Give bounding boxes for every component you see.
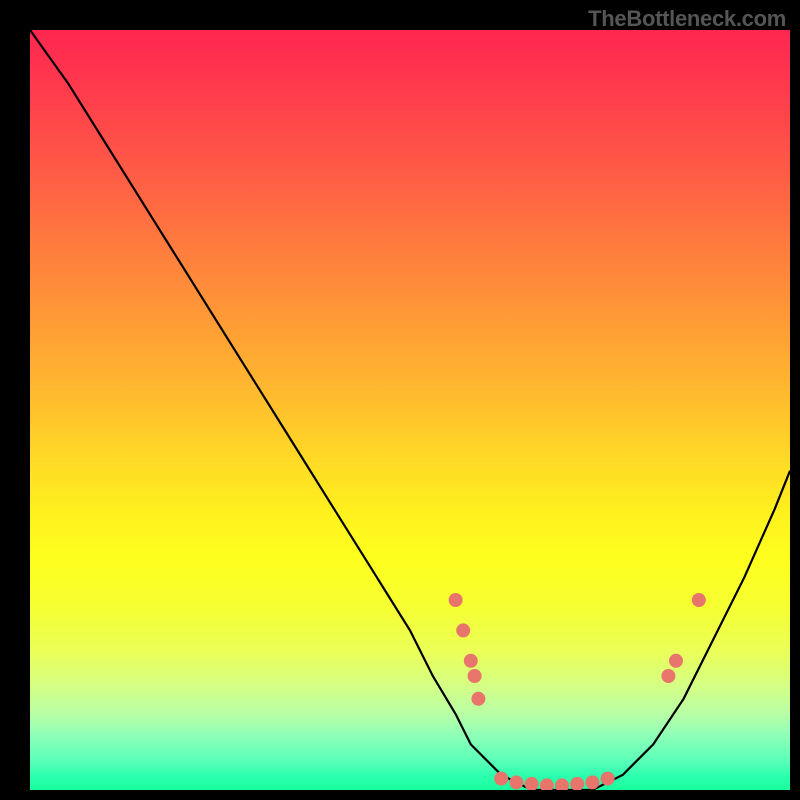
chart-marker xyxy=(669,654,683,668)
chart-marker xyxy=(509,775,523,789)
chart-marker xyxy=(494,772,508,786)
chart-marker xyxy=(471,692,485,706)
chart-marker xyxy=(456,623,470,637)
chart-marker xyxy=(449,593,463,607)
chart-marker xyxy=(661,669,675,683)
chart-marker xyxy=(585,775,599,789)
chart-marker xyxy=(464,654,478,668)
chart-marker xyxy=(601,772,615,786)
chart-marker xyxy=(555,778,569,790)
chart-curve xyxy=(30,30,790,790)
chart-marker xyxy=(692,593,706,607)
chart-marker xyxy=(468,669,482,683)
chart-marker xyxy=(525,777,539,790)
chart-marker xyxy=(570,777,584,790)
chart-svg xyxy=(30,30,790,790)
attribution-label: TheBottleneck.com xyxy=(588,6,786,32)
chart-plot-area xyxy=(30,30,790,790)
chart-marker xyxy=(540,778,554,790)
